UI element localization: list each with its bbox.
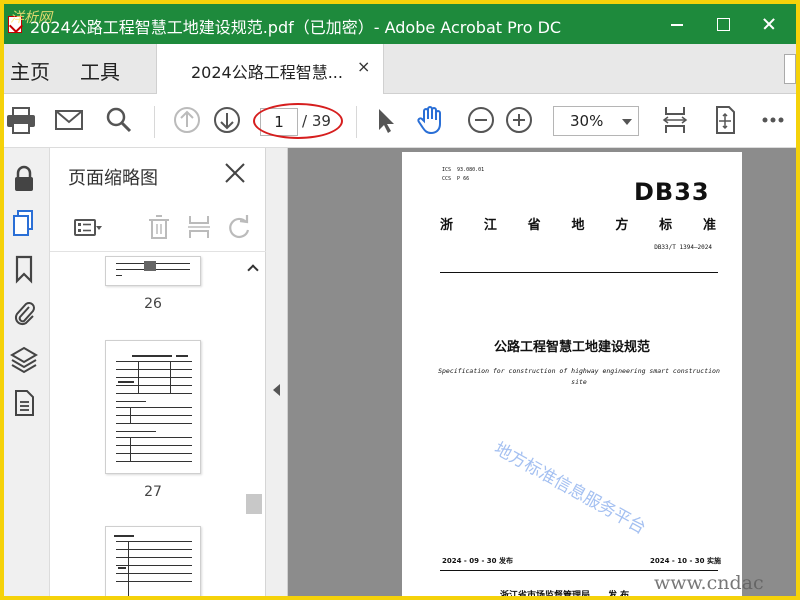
ics-code: ICS 93.080.01 CCS P 66	[442, 167, 485, 182]
left-icon-rail	[4, 148, 50, 596]
thumbnail-page[interactable]	[105, 340, 201, 474]
heading-char: 准	[702, 218, 716, 233]
maximize-button[interactable]	[700, 4, 746, 44]
toolbar-divider	[154, 106, 155, 138]
db-code: DB33	[634, 178, 710, 206]
thumbnail-label: 26	[144, 296, 162, 312]
attachment-icon[interactable]	[9, 298, 39, 328]
issuing-authority: 浙江省市场监督管理局 发 布	[500, 591, 630, 596]
next-page-icon[interactable]	[210, 103, 244, 137]
select-pointer-icon[interactable]	[368, 103, 402, 137]
minimize-button[interactable]	[654, 4, 700, 44]
tab-scroll-control[interactable]	[784, 54, 796, 84]
heading-char: 标	[659, 218, 673, 233]
full-screen-icon[interactable]	[708, 103, 742, 137]
site-watermark: www.cndac	[654, 572, 764, 594]
document-icon[interactable]	[9, 388, 39, 418]
thumbnail-panel: 页面缩略图 26 27	[50, 148, 266, 596]
document-viewer: ICS 93.080.01 CCS P 66 DB33 浙 江 省 地 方 标 …	[266, 148, 796, 596]
pages-icon[interactable]	[9, 208, 39, 238]
divider	[440, 570, 718, 571]
thumbnail-label: 27	[144, 484, 162, 500]
extract-pages-icon[interactable]	[184, 212, 214, 242]
zoom-in-icon[interactable]	[502, 103, 536, 137]
document-title-en: Specification for construction of highwa…	[438, 367, 720, 386]
bookmark-icon[interactable]	[9, 254, 39, 284]
panel-collapse-handle[interactable]	[266, 148, 288, 596]
prev-page-icon[interactable]	[170, 103, 204, 137]
lock-icon[interactable]	[9, 164, 39, 194]
toolbar: 1 / 39 30%	[4, 94, 796, 148]
heading-char: 地	[571, 218, 585, 233]
implementation-date: 2024 - 10 - 30 实施	[650, 557, 721, 565]
panel-toolbar	[50, 200, 266, 252]
thumbnail-page[interactable]	[105, 526, 201, 596]
close-window-button[interactable]	[746, 4, 792, 44]
menu-home[interactable]: 主页	[10, 56, 50, 85]
zoom-value: 30%	[570, 112, 604, 130]
panel-title: 页面缩略图	[68, 168, 158, 189]
document-tab[interactable]: 2024公路工程智慧... ×	[156, 44, 384, 94]
tab-close-icon[interactable]: ×	[357, 57, 370, 76]
thumbnail-options-icon[interactable]	[72, 212, 102, 242]
delete-icon[interactable]	[144, 212, 174, 242]
document-title-cn: 公路工程智慧工地建设规范	[493, 340, 650, 355]
document-page[interactable]: ICS 93.080.01 CCS P 66 DB33 浙 江 省 地 方 标 …	[402, 152, 742, 596]
fit-page-icon[interactable]	[658, 103, 692, 137]
thumbnail-scrollbar[interactable]	[244, 258, 264, 596]
zoom-out-icon[interactable]	[464, 103, 498, 137]
search-icon[interactable]	[102, 103, 136, 137]
highlight-ellipse-annotation	[253, 103, 343, 139]
heading-char: 浙	[440, 218, 454, 233]
print-icon[interactable]	[4, 103, 38, 137]
standard-type-heading: 浙 江 省 地 方 标 准	[440, 214, 716, 233]
layers-icon[interactable]	[9, 344, 39, 374]
divider	[440, 272, 718, 273]
title-bar: 2024公路工程智慧工地建设规范.pdf（已加密）- Adobe Acrobat…	[4, 4, 796, 44]
heading-char: 省	[527, 218, 541, 233]
window-title: 2024公路工程智慧工地建设规范.pdf（已加密）- Adobe Acrobat…	[30, 18, 562, 37]
app-window: 2024公路工程智慧工地建设规范.pdf（已加密）- Adobe Acrobat…	[4, 4, 796, 596]
scrollbar-thumb[interactable]	[246, 494, 262, 514]
chevron-up-icon[interactable]	[247, 264, 259, 276]
menu-tools[interactable]: 工具	[80, 56, 120, 85]
tab-bar: 主页 工具 2024公路工程智慧... ×	[4, 44, 796, 94]
thumbnail-page[interactable]	[105, 256, 201, 286]
heading-char: 江	[483, 218, 497, 233]
corner-watermark: 洋析网	[10, 10, 52, 26]
zoom-select[interactable]: 30%	[553, 106, 639, 136]
document-watermark: 地方标准信息服务平台	[490, 438, 649, 539]
heading-char: 方	[615, 218, 629, 233]
toolbar-divider	[356, 106, 357, 138]
more-icon[interactable]	[756, 103, 790, 137]
standard-number: DB33/T 1394—2024	[654, 244, 712, 251]
close-icon[interactable]	[222, 160, 248, 186]
chevron-down-icon	[622, 119, 632, 125]
hand-tool-icon[interactable]	[414, 103, 448, 137]
email-icon[interactable]	[52, 103, 86, 137]
chevron-left-icon	[273, 384, 280, 396]
issue-date: 2024 - 09 - 30 发布	[442, 557, 513, 565]
document-tab-label: 2024公路工程智慧...	[191, 63, 343, 82]
rotate-icon[interactable]	[224, 212, 254, 242]
